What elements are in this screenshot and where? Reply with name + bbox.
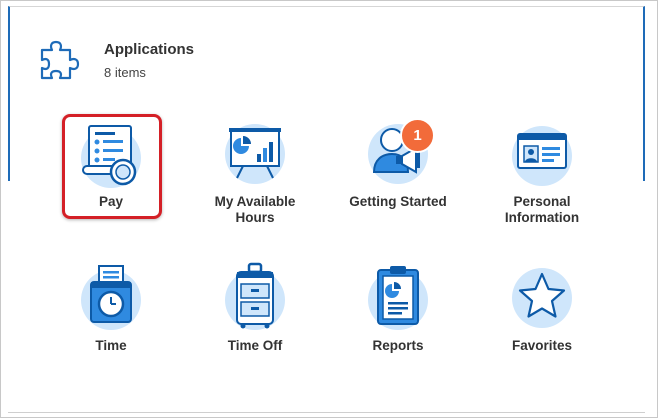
app-tile-time-off[interactable]: Time Off [180,262,330,372]
item-count: 8 items [104,65,146,80]
page-title: Applications [104,41,195,58]
app-tile-reports[interactable]: Reports [323,262,473,372]
app-tile-time[interactable]: Time [36,262,186,372]
time-clock-icon [81,265,141,330]
star-icon [512,268,572,328]
app-label-my-available-hours: My Available Hours [214,194,296,225]
pay-highlight-box [62,114,162,219]
divider [8,412,645,413]
app-label-time: Time [95,338,127,353]
id-card-icon [512,126,572,186]
clipboard-report-icon [368,266,428,330]
app-label-time-off: Time Off [227,338,283,353]
app-tile-getting-started[interactable]: Getting Started [323,118,473,228]
puzzle-icon [40,40,80,80]
suitcase-icon [225,262,285,330]
presentation-chart-icon [225,124,285,184]
app-label-getting-started: Getting Started [349,194,447,209]
app-label-favorites: Favorites [511,338,573,353]
app-tile-personal-information[interactable]: Personal Information [467,118,617,228]
notification-badge: 1 [400,118,435,153]
app-label-personal-information: Personal Information [504,194,580,225]
app-tile-my-available-hours[interactable]: My Available Hours [180,118,330,228]
app-tile-favorites[interactable]: Favorites [467,262,617,372]
app-label-reports: Reports [372,338,424,353]
